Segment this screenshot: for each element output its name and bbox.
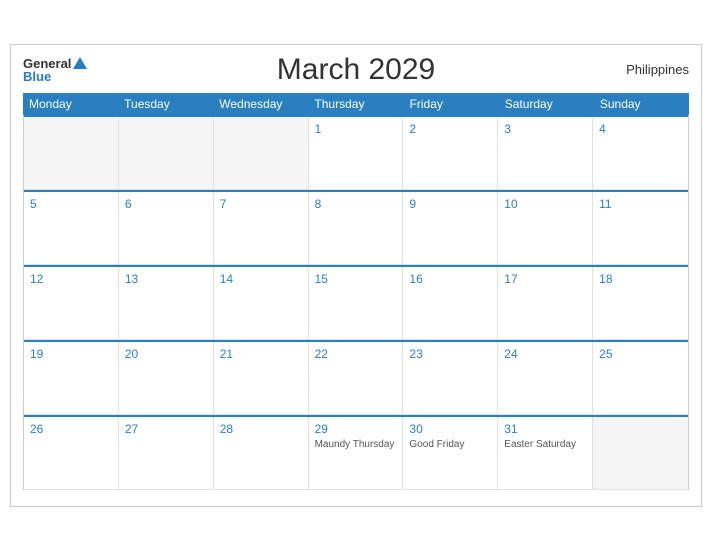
calendar-header: General Blue March 2029 Philippines xyxy=(23,57,689,83)
day-cell: 5 xyxy=(24,192,119,264)
day-number: 2 xyxy=(409,122,491,136)
day-cell: 6 xyxy=(119,192,214,264)
day-header-wednesday: Wednesday xyxy=(213,93,308,115)
week-row-1: 1234 xyxy=(24,115,688,190)
day-header-friday: Friday xyxy=(404,93,499,115)
logo-general-text: General xyxy=(23,57,71,70)
day-cell: 27 xyxy=(119,417,214,489)
day-cell xyxy=(24,117,119,189)
day-number: 11 xyxy=(599,197,682,211)
day-event: Good Friday xyxy=(409,438,491,451)
day-headers-row: MondayTuesdayWednesdayThursdayFridaySatu… xyxy=(23,93,689,115)
day-number: 3 xyxy=(504,122,586,136)
day-event: Maundy Thursday xyxy=(315,438,397,451)
day-cell: 30 Good Friday xyxy=(403,417,498,489)
day-cell: 1 xyxy=(309,117,404,189)
day-cell: 8 xyxy=(309,192,404,264)
week-row-3: 12 13 14 15 16 17 18 xyxy=(24,265,688,340)
logo: General Blue xyxy=(23,57,87,83)
day-number: 5 xyxy=(30,197,112,211)
day-cell: 26 xyxy=(24,417,119,489)
day-number: 27 xyxy=(125,422,207,436)
calendar: General Blue March 2029 Philippines Mond… xyxy=(10,44,702,507)
day-header-tuesday: Tuesday xyxy=(118,93,213,115)
day-cell: 10 xyxy=(498,192,593,264)
day-header-saturday: Saturday xyxy=(499,93,594,115)
day-number: 30 xyxy=(409,422,491,436)
day-number: 7 xyxy=(220,197,302,211)
day-cell xyxy=(214,117,309,189)
day-cell: 16 xyxy=(403,267,498,339)
day-cell: 21 xyxy=(214,342,309,414)
day-cell: 24 xyxy=(498,342,593,414)
day-cell xyxy=(119,117,214,189)
day-number: 26 xyxy=(30,422,112,436)
week-row-2: 56789 10 11 xyxy=(24,190,688,265)
day-header-sunday: Sunday xyxy=(594,93,689,115)
day-number: 15 xyxy=(315,272,397,286)
day-number: 28 xyxy=(220,422,302,436)
day-cell: 14 xyxy=(214,267,309,339)
day-cell xyxy=(593,417,688,489)
calendar-grid: 1234567891011121314151617181920212223242… xyxy=(23,115,689,490)
day-cell: 13 xyxy=(119,267,214,339)
day-number: 19 xyxy=(30,347,112,361)
day-number: 29 xyxy=(315,422,397,436)
week-row-5: 26 27 28 29 Maundy Thursday 30 Good Friday 31 Ea… xyxy=(24,415,688,490)
day-cell: 7 xyxy=(214,192,309,264)
day-cell: 22 xyxy=(309,342,404,414)
day-number: 25 xyxy=(599,347,682,361)
day-number: 9 xyxy=(409,197,491,211)
day-number: 24 xyxy=(504,347,586,361)
day-number: 16 xyxy=(409,272,491,286)
day-number: 22 xyxy=(315,347,397,361)
logo-triangle-icon xyxy=(73,57,87,69)
day-cell: 4 xyxy=(593,117,688,189)
day-number: 13 xyxy=(125,272,207,286)
day-number: 21 xyxy=(220,347,302,361)
day-event: Easter Saturday xyxy=(504,438,586,451)
day-number: 4 xyxy=(599,122,682,136)
day-number: 6 xyxy=(125,197,207,211)
day-header-thursday: Thursday xyxy=(308,93,403,115)
day-number: 12 xyxy=(30,272,112,286)
day-cell: 29 Maundy Thursday xyxy=(309,417,404,489)
day-number: 31 xyxy=(504,422,586,436)
day-cell: 3 xyxy=(498,117,593,189)
day-cell: 31 Easter Saturday xyxy=(498,417,593,489)
day-cell: 2 xyxy=(403,117,498,189)
day-cell: 23 xyxy=(403,342,498,414)
day-number: 20 xyxy=(125,347,207,361)
calendar-title: March 2029 xyxy=(277,53,435,87)
country-label: Philippines xyxy=(626,62,689,77)
day-cell: 15 xyxy=(309,267,404,339)
day-header-monday: Monday xyxy=(23,93,118,115)
week-row-4: 19 20 21 22 23 24 25 xyxy=(24,340,688,415)
logo-blue-text: Blue xyxy=(23,70,87,83)
day-number: 8 xyxy=(315,197,397,211)
day-number: 10 xyxy=(504,197,586,211)
day-number: 23 xyxy=(409,347,491,361)
day-number: 18 xyxy=(599,272,682,286)
day-number: 14 xyxy=(220,272,302,286)
day-cell: 18 xyxy=(593,267,688,339)
day-number: 1 xyxy=(315,122,397,136)
day-cell: 25 xyxy=(593,342,688,414)
day-cell: 20 xyxy=(119,342,214,414)
day-cell: 9 xyxy=(403,192,498,264)
day-cell: 19 xyxy=(24,342,119,414)
day-cell: 28 xyxy=(214,417,309,489)
day-number: 17 xyxy=(504,272,586,286)
day-cell: 17 xyxy=(498,267,593,339)
day-cell: 11 xyxy=(593,192,688,264)
day-cell: 12 xyxy=(24,267,119,339)
